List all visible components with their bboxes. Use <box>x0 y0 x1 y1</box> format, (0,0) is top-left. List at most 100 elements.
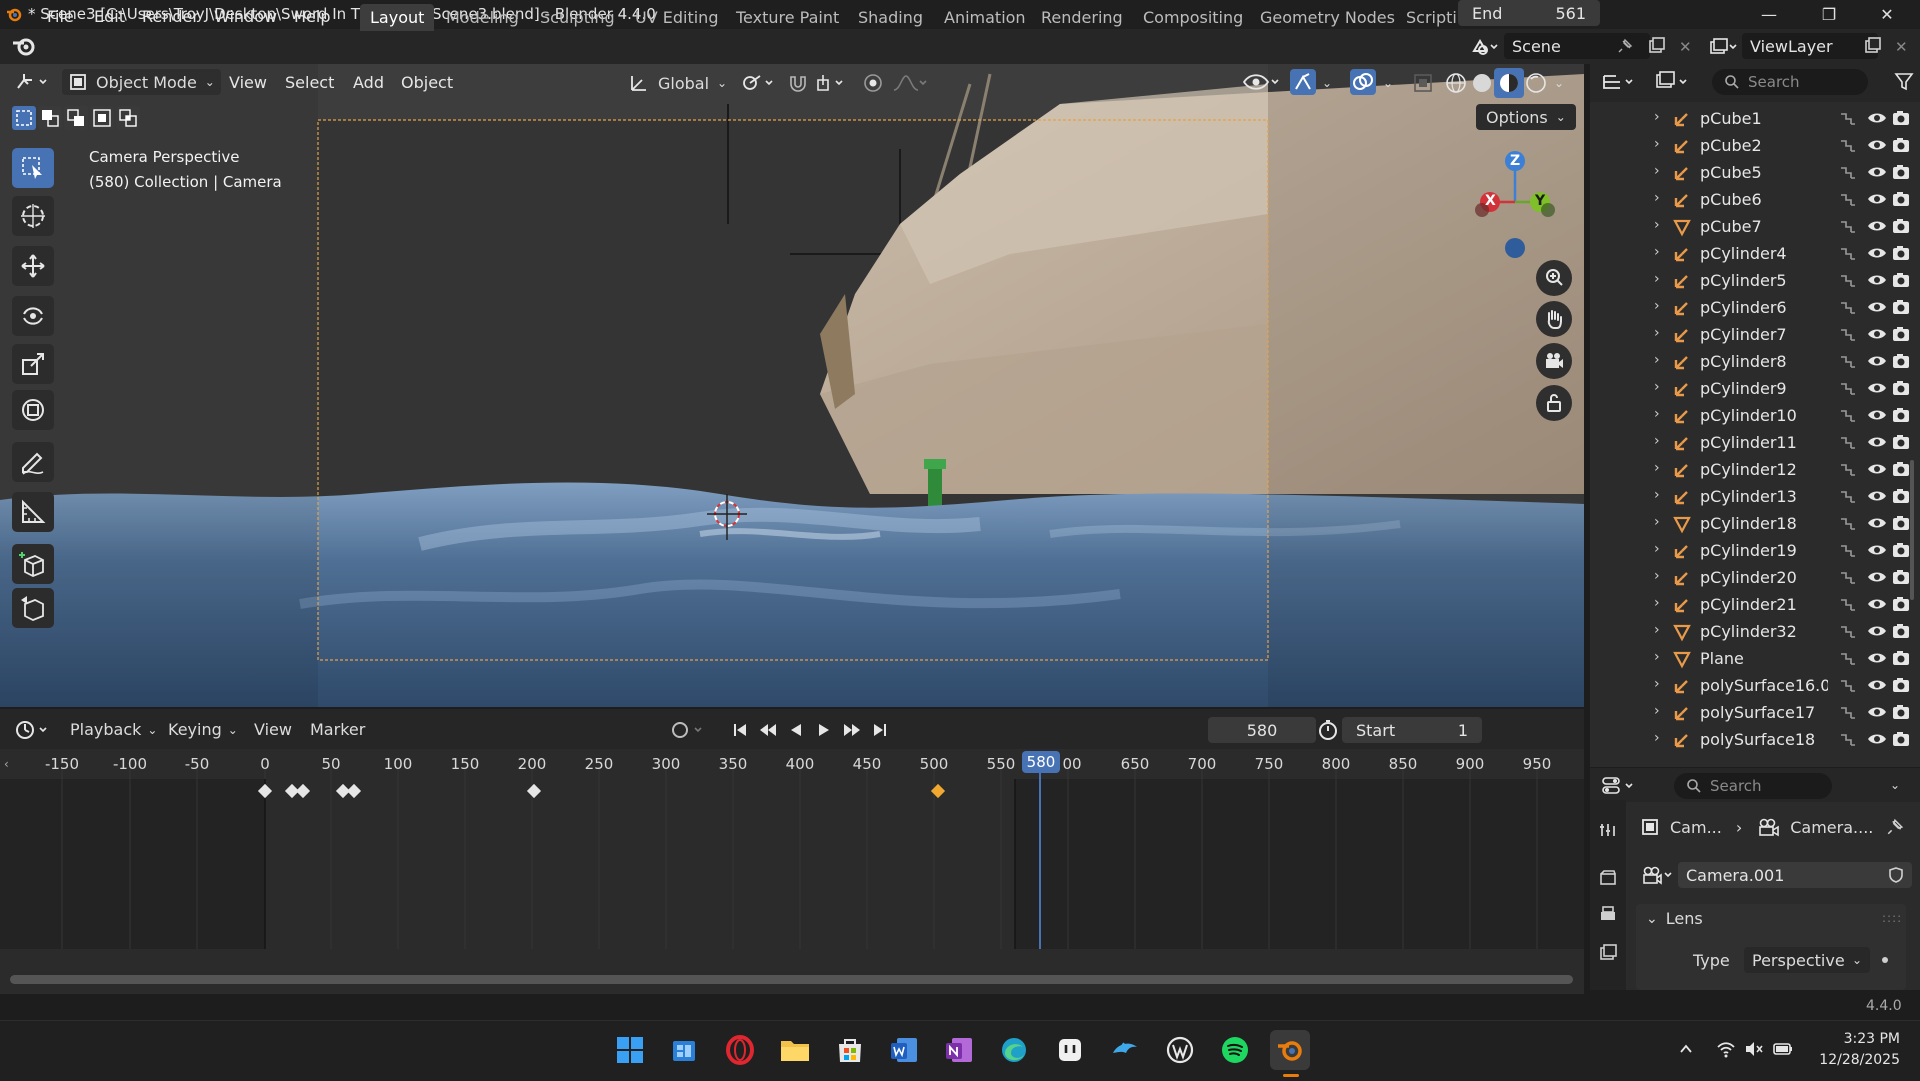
outliner-item[interactable]: › pCylinder20 <box>1590 564 1909 591</box>
outliner-item[interactable]: › pCylinder5 <box>1590 267 1909 294</box>
expand-chevron-icon[interactable]: › <box>1654 217 1660 233</box>
render-camera-icon[interactable] <box>1892 677 1910 693</box>
expand-chevron-icon[interactable]: › <box>1654 352 1660 368</box>
expand-chevron-icon[interactable]: › <box>1654 568 1660 584</box>
file-explorer-icon[interactable] <box>775 1030 815 1070</box>
pivot-point-icon[interactable] <box>740 72 776 94</box>
clock-time[interactable]: 3:23 PM <box>1820 1031 1900 1047</box>
select-box-tool[interactable] <box>12 148 54 188</box>
outliner-search-input[interactable]: Search <box>1712 69 1868 95</box>
start-menu-icon[interactable] <box>610 1030 650 1070</box>
end-frame-field[interactable]: End 561 <box>1458 0 1600 26</box>
tab-texture-paint[interactable]: Texture Paint <box>726 4 849 31</box>
menu-window[interactable]: Window <box>214 7 277 26</box>
render-camera-icon[interactable] <box>1892 542 1910 558</box>
move-tool[interactable] <box>12 246 54 286</box>
tab-geometry-nodes[interactable]: Geometry Nodes <box>1250 4 1405 31</box>
jump-start-icon[interactable] <box>728 718 752 742</box>
blender-taskbar-icon[interactable] <box>1270 1030 1310 1070</box>
battery-icon[interactable] <box>1772 1040 1794 1058</box>
menu-file[interactable]: File <box>47 7 74 26</box>
current-frame-field[interactable]: 580 <box>1208 717 1316 743</box>
visibility-eye-icon[interactable] <box>1867 299 1887 315</box>
tool-settings-tab-icon[interactable] <box>1598 820 1618 840</box>
minimize-button[interactable]: — <box>1740 0 1798 29</box>
expand-chevron-icon[interactable]: › <box>1654 379 1660 395</box>
render-camera-icon[interactable] <box>1892 515 1910 531</box>
rotate-tool[interactable] <box>12 296 54 336</box>
stopwatch-icon[interactable] <box>1316 718 1340 742</box>
visibility-eye-icon[interactable] <box>1867 272 1887 288</box>
timeline-menu-view[interactable]: View <box>254 720 292 739</box>
jump-next-keyframe-icon[interactable] <box>840 718 864 742</box>
notes-app-icon[interactable] <box>1050 1030 1090 1070</box>
select-subtract-icon[interactable] <box>64 106 88 130</box>
overlays-toggle-icon[interactable] <box>1350 69 1376 95</box>
gizmo-toggle-icon[interactable] <box>1290 69 1316 95</box>
render-camera-icon[interactable] <box>1892 110 1910 126</box>
render-tab-icon[interactable] <box>1598 868 1618 888</box>
expand-chevron-icon[interactable]: › <box>1654 595 1660 611</box>
expand-chevron-icon[interactable]: › <box>1654 244 1660 260</box>
delete-scene-icon[interactable]: ✕ <box>1679 38 1692 56</box>
output-tab-icon[interactable] <box>1598 904 1618 924</box>
render-camera-icon[interactable] <box>1892 650 1910 666</box>
properties-editor-type-icon[interactable] <box>1600 774 1638 798</box>
visibility-eye-icon[interactable] <box>1867 677 1887 693</box>
display-mode-icon[interactable] <box>1654 70 1692 94</box>
render-camera-icon[interactable] <box>1892 137 1910 153</box>
render-camera-icon[interactable] <box>1892 731 1910 747</box>
visibility-eye-icon[interactable] <box>1867 461 1887 477</box>
proportional-falloff-icon[interactable] <box>892 72 928 94</box>
render-camera-icon[interactable] <box>1892 380 1910 396</box>
camera-datablock-field[interactable]: Camera.001 <box>1678 862 1894 888</box>
render-camera-icon[interactable] <box>1892 596 1910 612</box>
pin-icon[interactable] <box>1886 818 1904 836</box>
word-app-icon[interactable] <box>884 1030 924 1070</box>
camera-data-browse[interactable] <box>1640 863 1674 887</box>
outliner-item[interactable]: › pCylinder18 <box>1590 510 1909 537</box>
animate-property-icon[interactable] <box>1882 957 1888 963</box>
expand-chevron-icon[interactable]: › <box>1654 163 1660 179</box>
visibility-eye-icon[interactable] <box>1867 623 1887 639</box>
jump-end-icon[interactable] <box>868 718 892 742</box>
select-extend-icon[interactable] <box>38 106 62 130</box>
visibility-eye-icon[interactable] <box>1867 569 1887 585</box>
pan-button[interactable] <box>1536 301 1572 337</box>
expand-chevron-icon[interactable]: › <box>1654 649 1660 665</box>
outliner-item[interactable]: › pCube7 <box>1590 213 1909 240</box>
rendered-shading-icon[interactable] <box>1524 71 1548 95</box>
render-camera-icon[interactable] <box>1892 191 1910 207</box>
expand-chevron-icon[interactable]: › <box>1654 622 1660 638</box>
maximize-button[interactable]: ❐ <box>1800 0 1858 29</box>
snap-magnet-icon[interactable] <box>786 71 810 95</box>
outliner-item[interactable]: › pCylinder11 <box>1590 429 1909 456</box>
expand-chevron-icon[interactable]: › <box>1654 703 1660 719</box>
play-reverse-icon[interactable] <box>784 718 808 742</box>
dolphin-app-icon[interactable] <box>1105 1030 1145 1070</box>
start-frame-field[interactable]: Start 1 <box>1342 717 1482 743</box>
zoom-button[interactable] <box>1536 260 1572 296</box>
wireframe-shading-icon[interactable] <box>1444 71 1468 95</box>
solid-shading-icon[interactable] <box>1470 71 1494 95</box>
delete-view-layer-icon[interactable]: ✕ <box>1895 38 1908 56</box>
render-camera-icon[interactable] <box>1892 488 1910 504</box>
render-camera-icon[interactable] <box>1892 245 1910 261</box>
scale-tool[interactable] <box>12 344 54 384</box>
shading-dropdown-icon[interactable]: ⌄ <box>1554 76 1564 90</box>
render-camera-icon[interactable] <box>1892 326 1910 342</box>
expand-chevron-icon[interactable]: › <box>1654 109 1660 125</box>
tab-rendering[interactable]: Rendering <box>1031 4 1133 31</box>
outliner-item[interactable]: › Plane <box>1590 645 1909 672</box>
select-invert-icon[interactable] <box>90 106 114 130</box>
timeline-menu-playback[interactable]: Playback ⌄ <box>70 720 157 739</box>
outliner-item[interactable]: › polySurface16.0( <box>1590 672 1909 699</box>
outliner-item[interactable]: › pCylinder32 <box>1590 618 1909 645</box>
render-camera-icon[interactable] <box>1892 218 1910 234</box>
menu-render[interactable]: Render <box>142 7 199 26</box>
visibility-eye-icon[interactable] <box>1867 218 1887 234</box>
filter-icon[interactable] <box>1893 70 1915 92</box>
outliner-item[interactable]: › pCylinder19 <box>1590 537 1909 564</box>
editor-type-icon[interactable] <box>14 70 52 94</box>
wordpress-app-icon[interactable] <box>1160 1030 1200 1070</box>
